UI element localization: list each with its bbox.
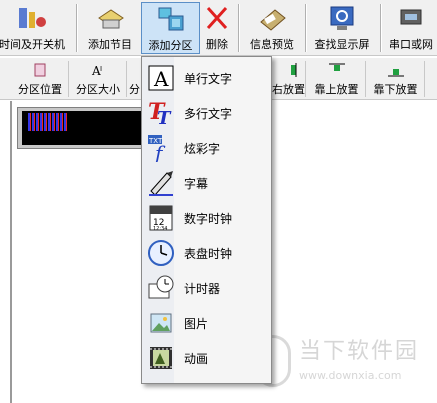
menu-label-picture: 图片 [184,316,209,331]
digital-clock-icon: 12 12:34 [147,204,175,232]
add-program-label: 添加节目 [88,38,132,51]
find-screen-button[interactable]: 查找显示屏 [309,2,375,54]
watermark-title: 当下软件园 [299,339,420,364]
align-bottom-label: 靠下放置 [373,83,418,96]
preview-label: 信息预览 [250,38,294,51]
timer-icon [147,274,175,302]
align-bottom-icon [387,63,404,77]
delete-button[interactable]: 删除 [201,2,233,54]
svg-text:12:34: 12:34 [153,226,167,232]
align-top-button[interactable]: 靠上放置 [308,61,366,97]
menu-item-colorful-text[interactable]: TXT f 炫彩字 [143,131,272,165]
align-top-icon [328,63,345,77]
find-screen-label: 查找显示屏 [314,38,370,51]
menu-label-digital-clock: 数字时钟 [184,211,233,226]
align-right-label: 右放置 [272,83,305,96]
partition-position-icon [32,63,48,77]
main-toolbar: 时间及开关机 添加节目 添加分区 删除 信息预览 查找显示屏 串口或网 [0,0,437,56]
align-button[interactable]: 分 [128,61,142,97]
multi-line-text-icon: TT [147,99,175,129]
watermark: 当下软件园 www.downxia.com [255,333,435,393]
time-power-label: 时间及开关机 [0,38,65,51]
partition-position-label: 分区位置 [18,83,62,96]
time-power-button[interactable]: 时间及开关机 [0,2,70,54]
align-right-icon [281,63,297,77]
svg-text:T: T [157,108,172,127]
menu-label-dial-clock: 表盘时钟 [184,246,233,261]
align-label: 分 [129,83,140,96]
picture-icon [147,309,175,337]
add-partition-label: 添加分区 [148,39,193,52]
align-right-button[interactable]: 右放置 [272,61,306,97]
single-line-text-icon: A [147,64,175,92]
delete-icon [202,4,232,32]
menu-label-subtitle: 字幕 [184,176,209,191]
subtitle-icon [147,169,175,197]
menu-item-picture[interactable]: 图片 [143,306,272,340]
menu-label-animation: 动画 [184,351,209,366]
delete-label: 删除 [206,38,228,51]
add-program-icon [95,4,125,32]
partition-position-button[interactable]: 分区位置 [12,61,69,97]
menu-item-digital-clock[interactable]: 12 12:34 数字时钟 [143,201,272,235]
partition-size-button[interactable]: AI 分区大小 [70,61,127,97]
svg-text:I: I [100,65,102,73]
menu-label-multi-line-text: 多行文字 [184,106,233,121]
menu-item-animation[interactable]: 动画 [143,341,272,375]
port-button[interactable]: 串口或网 [385,2,437,54]
colorful-text-icon: TXT f [147,134,175,165]
dial-clock-icon [147,239,175,267]
svg-text:A: A [153,67,169,91]
menu-item-timer[interactable]: 计时器 [143,271,272,305]
port-label: 串口或网 [389,38,433,51]
partition-size-icon: AI [90,63,106,78]
find-screen-icon [327,4,357,32]
add-partition-menu: A 单行文字 TT 多行文字 TXT f 炫彩字 字幕 12 12:34 数字时… [141,56,272,384]
partition-size-label: 分区大小 [76,83,120,96]
menu-label-single-line-text: 单行文字 [184,71,233,86]
led-preview-text [28,113,68,131]
menu-item-subtitle[interactable]: 字幕 [143,166,272,200]
watermark-url: www.downxia.com [299,369,402,382]
left-panel [0,101,12,403]
menu-item-multi-line-text[interactable]: TT 多行文字 [143,96,272,130]
add-partition-button[interactable]: 添加分区 [141,2,200,54]
menu-label-timer: 计时器 [184,281,221,296]
port-icon [396,4,426,32]
preview-button[interactable]: 信息预览 [243,2,301,54]
app-window: 时间及开关机 添加节目 添加分区 删除 信息预览 查找显示屏 串口或网 分区位置… [0,0,437,403]
menu-label-colorful-text: 炫彩字 [184,141,221,156]
add-program-button[interactable]: 添加节目 [82,2,138,54]
animation-icon [147,344,175,372]
align-bottom-button[interactable]: 靠下放置 [367,61,425,97]
align-top-label: 靠上放置 [314,83,359,96]
clock-power-icon [17,4,47,32]
add-partition-icon [156,5,186,33]
preview-icon [257,4,287,32]
menu-item-dial-clock[interactable]: 表盘时钟 [143,236,272,270]
svg-text:f: f [153,141,166,162]
menu-item-single-line-text[interactable]: A 单行文字 [143,61,272,95]
